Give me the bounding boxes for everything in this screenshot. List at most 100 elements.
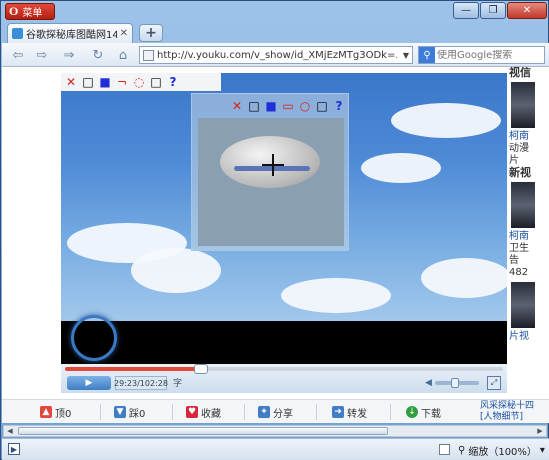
forward-icon: ➜ — [332, 406, 344, 418]
related-meta: 告 — [509, 255, 519, 266]
search-engine-icon[interactable]: ⚲ — [419, 47, 435, 63]
player-controls: ▶ 29:23/102:28 字 ◀ ⤢ — [61, 364, 507, 393]
opera-logo: O — [9, 4, 19, 18]
speaker-icon[interactable]: ◀ — [425, 378, 432, 388]
related-link[interactable]: 片视 — [509, 331, 549, 343]
close-window-button[interactable]: ✕ — [507, 2, 547, 19]
page-icon — [143, 49, 154, 61]
share-button[interactable]: ✦ 分享 — [258, 404, 293, 420]
line-tool-icon[interactable]: ▭ — [281, 99, 295, 113]
thumbs-down-icon: ▼ — [114, 406, 126, 418]
letterbox-bar — [61, 321, 507, 364]
divider — [390, 404, 391, 420]
address-dropdown-icon[interactable]: ▼ — [400, 51, 412, 60]
action-bar: ▲ 顶0 ▼ 踩0 ♥ 收藏 ✦ 分享 ➜ 转发 ↓ 下载 风采探秘十四 [人物… — [2, 399, 549, 423]
rectangle-tool-icon[interactable]: □ — [81, 75, 95, 89]
horizontal-scrollbar[interactable]: ◀ ▶ — [3, 425, 547, 437]
maximize-button[interactable]: ❐ — [480, 2, 506, 19]
cloud-shape — [361, 153, 441, 183]
tab-favicon-icon — [12, 28, 23, 39]
magnifier-panel[interactable]: ✕ □ ■ ▭ ○ □ ? — [191, 93, 349, 251]
heart-icon: ♥ — [186, 406, 198, 418]
download-label: 下载 — [421, 408, 441, 420]
progress-fill — [65, 367, 201, 371]
scrollbar-thumb[interactable] — [18, 427, 388, 435]
browser-window: O 菜单 — ❐ ✕ 谷歌探秘库图酷网14 ✕ + ⇦ ⇨ ⇒ ↻ ⌂ http… — [0, 0, 549, 460]
lasso-tool-icon[interactable]: ◌ — [132, 75, 146, 89]
zoom-control[interactable]: ⚲ 缩放（100%） ▾ — [458, 443, 545, 458]
ellipse-tool-icon[interactable]: ○ — [298, 99, 312, 113]
divider — [100, 404, 101, 420]
navigation-bar: ⇦ ⇨ ⇒ ↻ ⌂ http://v.youku.com/v_show/id_X… — [2, 43, 549, 67]
forward-button[interactable]: ⇨ — [34, 46, 50, 64]
address-url[interactable]: http://v.youku.com/v_show/id_XMjEzMTg3OD… — [157, 50, 397, 61]
new-tab-button[interactable]: + — [139, 24, 163, 42]
subtitle-button[interactable]: 字 — [173, 376, 185, 389]
related-title-line: 风采探秘十四 — [480, 401, 535, 411]
blank-tool-icon[interactable]: □ — [315, 99, 329, 113]
tab-title: 谷歌探秘库图酷网14 — [26, 30, 117, 41]
search-box[interactable]: ⚲ — [418, 46, 545, 64]
divider — [316, 404, 317, 420]
opera-menu-button[interactable]: O 菜单 — [5, 3, 55, 20]
fill-tool-icon[interactable]: ■ — [264, 99, 278, 113]
window-controls: — ❐ ✕ — [453, 2, 547, 19]
scroll-right-icon[interactable]: ▶ — [534, 426, 546, 436]
title-bar: O 菜单 — ❐ ✕ — [1, 1, 549, 23]
volume-slider[interactable] — [434, 378, 479, 388]
forward-share-button[interactable]: ➜ 转发 — [332, 404, 367, 420]
play-button[interactable]: ▶ — [67, 376, 111, 390]
zoom-label: 缩放（100%） — [468, 447, 537, 458]
tab-active[interactable]: 谷歌探秘库图酷网14 ✕ — [7, 23, 133, 43]
search-input[interactable] — [437, 49, 533, 61]
related-meta: 卫生 — [509, 243, 529, 254]
corner-tool-icon[interactable]: ¬ — [115, 75, 129, 89]
magnified-view — [198, 118, 344, 246]
related-link[interactable]: 柯南 — [509, 131, 549, 143]
blank-tool-icon[interactable]: □ — [149, 75, 163, 89]
tab-close-icon[interactable]: ✕ — [120, 28, 128, 39]
fullscreen-button[interactable]: ⤢ — [487, 376, 501, 390]
related-link[interactable]: 柯南 — [509, 231, 549, 243]
volume-handle[interactable] — [450, 378, 459, 388]
thumbs-up-icon: ▲ — [40, 406, 52, 418]
scroll-left-icon[interactable]: ◀ — [4, 426, 16, 436]
forward-label: 转发 — [347, 408, 367, 420]
related-count: 482 — [509, 267, 529, 278]
fill-tool-icon[interactable]: ■ — [98, 75, 112, 89]
reload-button[interactable]: ↻ — [90, 46, 106, 64]
volume-control[interactable]: ◀ — [425, 377, 479, 389]
home-button[interactable]: ⌂ — [115, 46, 131, 64]
video-player[interactable]: ✕ □ ■ ¬ ◌ □ ? ✕ □ ■ ▭ ○ □ ? ▶ 29:23/102:… — [61, 73, 507, 393]
related-thumbnail[interactable] — [511, 282, 535, 328]
dislike-button[interactable]: ▼ 踩0 — [114, 404, 145, 420]
help-icon[interactable]: ? — [166, 75, 180, 89]
back-button[interactable]: ⇦ — [10, 46, 26, 64]
minimize-button[interactable]: — — [453, 2, 479, 19]
divider — [244, 404, 245, 420]
address-bar[interactable]: http://v.youku.com/v_show/id_XMjEzMTg3OD… — [139, 46, 413, 64]
related-thumbnail[interactable] — [511, 182, 535, 228]
help-icon[interactable]: ? — [332, 99, 346, 113]
loading-spinner-icon — [71, 315, 117, 361]
favorite-button[interactable]: ♥ 收藏 — [186, 404, 221, 420]
status-checkbox[interactable] — [439, 444, 450, 455]
rectangle-tool-icon[interactable]: □ — [247, 99, 261, 113]
close-magnifier-icon[interactable]: ✕ — [230, 99, 244, 113]
related-thumbnail[interactable] — [511, 82, 535, 128]
cloud-shape — [421, 258, 507, 298]
share-label: 分享 — [273, 408, 293, 420]
close-capture-icon[interactable]: ✕ — [64, 75, 78, 89]
panel-toggle-icon[interactable]: ▶ — [8, 443, 20, 455]
magnifier-toolbar: ✕ □ ■ ▭ ○ □ ? — [192, 96, 350, 116]
related-title-link[interactable]: 风采探秘十四 [人物细节] — [480, 401, 546, 423]
share-icon: ✦ — [258, 406, 270, 418]
progress-bar[interactable] — [65, 364, 503, 374]
zoom-icon: ⚲ — [458, 445, 466, 456]
fast-forward-button[interactable]: ⇒ — [60, 46, 78, 64]
zoom-dropdown-icon[interactable]: ▾ — [540, 445, 545, 456]
progress-handle[interactable] — [193, 364, 208, 374]
capture-toolbar: ✕ □ ■ ¬ ◌ □ ? — [61, 73, 221, 91]
like-button[interactable]: ▲ 顶0 — [40, 404, 71, 420]
download-button[interactable]: ↓ 下载 — [406, 404, 441, 420]
